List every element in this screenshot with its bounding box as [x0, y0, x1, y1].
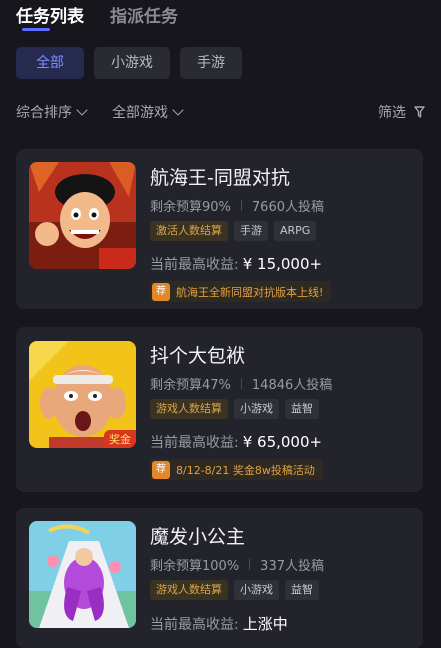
income-value: ¥ 65,000+	[242, 433, 323, 451]
max-income: 当前最高收益: ¥ 65,000+	[150, 432, 322, 452]
promo-text: 8/12-8/21 奖金8w投稿活动	[176, 463, 315, 477]
task-meta: 剩余预算100% 337人投稿	[150, 555, 324, 574]
active-tab-indicator	[22, 28, 50, 31]
task-meta: 剩余预算90% 7660人投稿	[150, 196, 324, 215]
tag-list: 激活人数结算 手游 ARPG	[150, 221, 317, 241]
chip-mini-games[interactable]: 小游戏	[94, 47, 170, 79]
chip-mobile-games[interactable]: 手游	[180, 47, 242, 79]
settlement-tag: 游戏人数结算	[150, 399, 228, 419]
tag-list: 游戏人数结算 小游戏 益智	[150, 399, 319, 419]
task-card[interactable]: 魔发小公主 剩余预算100% 337人投稿 游戏人数结算 小游戏 益智 当前最高…	[16, 508, 423, 648]
income-label: 当前最高收益:	[150, 617, 239, 633]
game-thumbnail	[29, 521, 136, 628]
genre-tag: 益智	[285, 580, 319, 600]
hair-runner-icon	[29, 521, 136, 628]
filter-label: 筛选	[378, 105, 406, 121]
category-tag: 小游戏	[234, 399, 279, 419]
game-thumbnail	[29, 162, 136, 269]
submission-count: 7660人投稿	[251, 200, 324, 215]
game-dropdown[interactable]: 全部游戏	[112, 102, 184, 122]
settlement-tag: 游戏人数结算	[150, 580, 228, 600]
chevron-down-icon	[172, 104, 184, 116]
genre-tag: ARPG	[274, 221, 317, 241]
category-tag: 手游	[234, 221, 268, 241]
income-label: 当前最高收益:	[150, 435, 239, 451]
category-chips: 全部 小游戏 手游	[16, 47, 242, 79]
submission-count: 14846人投稿	[251, 378, 333, 393]
divider	[240, 378, 242, 389]
settlement-tag: 激活人数结算	[150, 221, 228, 241]
recommend-badge: 荐	[152, 282, 170, 301]
funnel-icon	[414, 106, 425, 118]
task-card[interactable]: 航海王-同盟对抗 剩余预算90% 7660人投稿 激活人数结算 手游 ARPG …	[16, 149, 423, 309]
chevron-down-icon	[76, 104, 88, 116]
max-income: 当前最高收益: 上涨中	[150, 613, 288, 634]
game-filter-label: 全部游戏	[112, 105, 168, 121]
task-card[interactable]: 奖金 抖个大包袱 剩余预算47% 14846人投稿 游戏人数结算 小游戏 益智 …	[16, 327, 423, 492]
budget-remaining: 剩余预算90%	[150, 200, 231, 215]
tag-list: 游戏人数结算 小游戏 益智	[150, 580, 319, 600]
max-income: 当前最高收益: ¥ 15,000+	[150, 254, 322, 274]
divider	[249, 559, 251, 570]
promo-text: 航海王全新同盟对抗版本上线!	[176, 285, 324, 299]
chip-all[interactable]: 全部	[16, 47, 84, 79]
income-value: ¥ 15,000+	[242, 255, 323, 273]
task-meta: 剩余预算47% 14846人投稿	[150, 374, 332, 393]
divider	[240, 200, 242, 211]
budget-remaining: 剩余预算100%	[150, 559, 240, 574]
promo-banner[interactable]: 荐 8/12-8/21 奖金8w投稿活动	[150, 459, 323, 480]
category-tag: 小游戏	[234, 580, 279, 600]
sort-dropdown[interactable]: 综合排序	[16, 102, 88, 122]
tab-assigned-tasks[interactable]: 指派任务	[110, 0, 178, 27]
game-title: 抖个大包袱	[150, 345, 246, 367]
submission-count: 337人投稿	[260, 559, 324, 574]
game-title: 魔发小公主	[150, 526, 246, 548]
tab-task-list[interactable]: 任务列表	[16, 0, 84, 27]
promo-banner[interactable]: 荐 航海王全新同盟对抗版本上线!	[150, 281, 332, 302]
genre-tag: 益智	[285, 399, 319, 419]
bonus-badge: 奖金	[104, 430, 136, 448]
recommend-badge: 荐	[152, 460, 170, 479]
budget-remaining: 剩余预算47%	[150, 378, 231, 393]
filter-bar: 综合排序 全部游戏 筛选	[16, 100, 425, 124]
income-value: 上涨中	[242, 615, 288, 633]
pirate-character-icon	[29, 162, 136, 269]
game-title: 航海王-同盟对抗	[150, 167, 290, 189]
income-label: 当前最高收益:	[150, 257, 239, 273]
filter-button[interactable]: 筛选	[378, 102, 425, 122]
game-thumbnail: 奖金	[29, 341, 136, 448]
top-tabs: 任务列表 指派任务	[16, 0, 178, 40]
sort-label: 综合排序	[16, 105, 72, 121]
